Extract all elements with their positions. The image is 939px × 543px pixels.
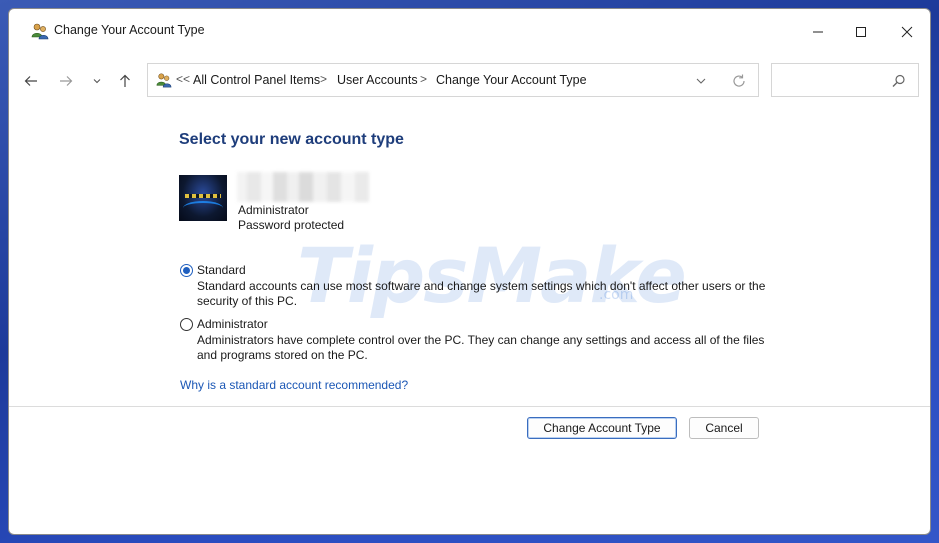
divider: [9, 406, 930, 407]
minimize-button[interactable]: [796, 17, 840, 47]
standard-account-help-link[interactable]: Why is a standard account recommended?: [180, 378, 408, 392]
forward-button[interactable]: [54, 69, 78, 93]
administrator-radio[interactable]: [180, 318, 193, 331]
close-icon: [901, 26, 913, 38]
up-button[interactable]: [113, 69, 137, 93]
administrator-option-label[interactable]: Administrator: [197, 317, 268, 331]
breadcrumb-item-user-accounts[interactable]: User Accounts: [337, 73, 418, 87]
account-type-label: Administrator: [238, 203, 309, 217]
breadcrumb-item-all-control-panel-items[interactable]: All Control Panel Items: [193, 73, 320, 87]
recent-locations-button[interactable]: [85, 69, 109, 93]
administrator-option-description: Administrators have complete control ove…: [197, 333, 765, 362]
users-icon: [31, 22, 49, 40]
page-title: Select your new account type: [179, 131, 404, 148]
chevron-down-icon: [93, 79, 101, 84]
minimize-icon: [813, 31, 823, 33]
standard-option-label[interactable]: Standard: [197, 263, 246, 277]
cancel-button[interactable]: Cancel: [689, 417, 759, 439]
back-button[interactable]: [19, 69, 43, 93]
breadcrumb-separator[interactable]: >: [320, 72, 327, 86]
avatar: [179, 175, 227, 221]
arrow-right-icon: [60, 76, 73, 86]
arrow-left-icon: [24, 76, 37, 86]
chevron-down-icon[interactable]: [694, 74, 708, 88]
refresh-icon[interactable]: [731, 73, 747, 89]
title-bar: Change Your Account Type: [9, 9, 930, 53]
maximize-button[interactable]: [839, 17, 883, 47]
standard-option-description: Standard accounts can use most software …: [197, 279, 766, 308]
search-input[interactable]: [771, 63, 919, 97]
navigation-bar: << All Control Panel Items > User Accoun…: [9, 61, 930, 101]
maximize-icon: [856, 27, 866, 37]
change-account-type-button[interactable]: Change Account Type: [527, 417, 677, 439]
users-icon: [156, 72, 172, 88]
breadcrumb-item-change-account-type[interactable]: Change Your Account Type: [436, 73, 587, 87]
breadcrumb-overflow[interactable]: <<: [176, 72, 190, 86]
close-button[interactable]: [885, 17, 929, 47]
arrow-up-icon: [120, 74, 130, 87]
standard-radio[interactable]: [180, 264, 193, 277]
window-title: Change Your Account Type: [54, 23, 205, 37]
address-bar[interactable]: << All Control Panel Items > User Accoun…: [147, 63, 759, 97]
search-icon: [891, 73, 907, 89]
account-status-label: Password protected: [238, 218, 345, 232]
account-name-redacted: [237, 172, 369, 202]
change-account-type-window: Change Your Account Type << All Control …: [8, 8, 931, 535]
breadcrumb-separator[interactable]: >: [420, 72, 427, 86]
